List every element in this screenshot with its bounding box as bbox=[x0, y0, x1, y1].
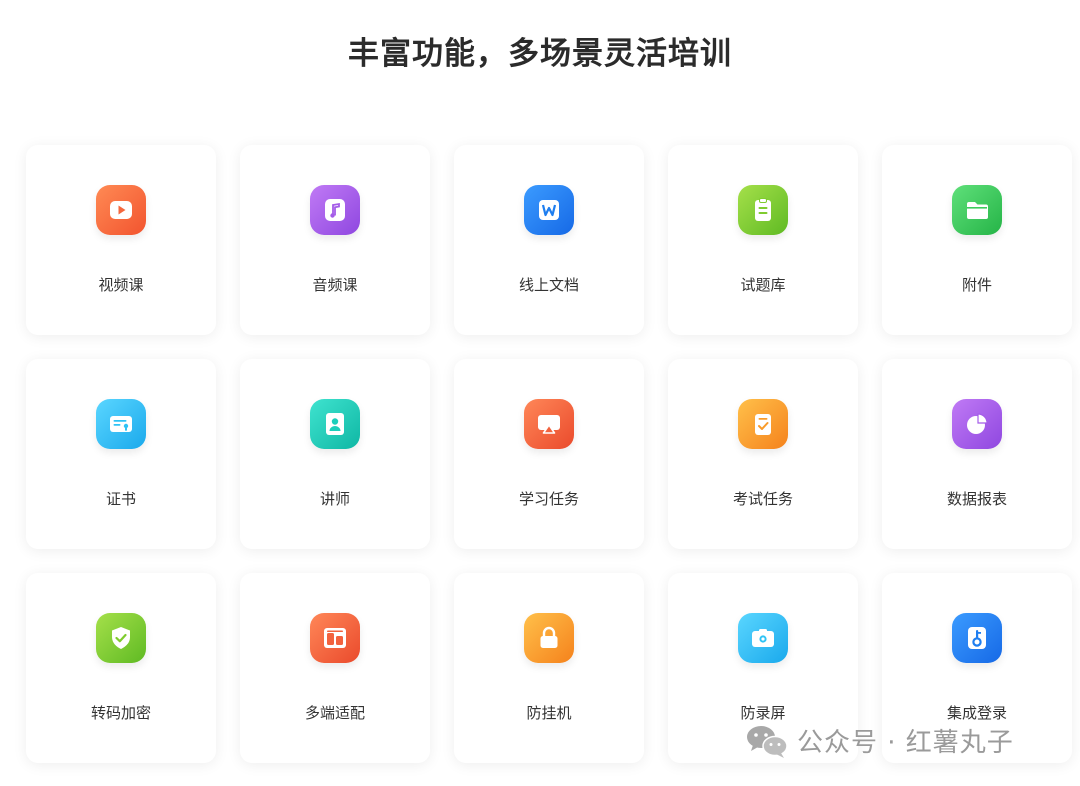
feature-card-data-report[interactable]: 数据报表 bbox=[882, 359, 1072, 549]
feature-card-document[interactable]: 线上文档 bbox=[454, 145, 644, 335]
feature-card-anti-idle[interactable]: 防挂机 bbox=[454, 573, 644, 763]
feature-label: 试题库 bbox=[740, 276, 786, 294]
feature-label: 防录屏 bbox=[740, 704, 786, 722]
watermark-text: 公众号 · 红薯丸子 bbox=[797, 728, 1014, 758]
feature-label: 集成登录 bbox=[946, 704, 1007, 722]
feature-label: 防挂机 bbox=[526, 704, 572, 722]
feature-label: 多端适配 bbox=[304, 704, 365, 722]
feature-label: 讲师 bbox=[319, 490, 350, 508]
feature-card-attachment[interactable]: 附件 bbox=[882, 145, 1072, 335]
feature-card-exam-task[interactable]: 考试任务 bbox=[668, 359, 858, 549]
camera-icon bbox=[738, 613, 788, 663]
music-note-icon bbox=[310, 185, 360, 235]
lock-icon bbox=[524, 613, 574, 663]
feature-label: 线上文档 bbox=[518, 276, 579, 294]
feature-label: 学习任务 bbox=[518, 490, 579, 508]
feature-label: 附件 bbox=[961, 276, 992, 294]
multi-device-icon bbox=[310, 613, 360, 663]
feature-label: 音频课 bbox=[312, 276, 358, 294]
clipboard-icon bbox=[738, 185, 788, 235]
feature-card-instructor[interactable]: 讲师 bbox=[240, 359, 430, 549]
folder-icon bbox=[952, 185, 1002, 235]
feature-label: 证书 bbox=[105, 490, 136, 508]
video-play-icon bbox=[96, 185, 146, 235]
instructor-badge-icon bbox=[310, 399, 360, 449]
feature-label: 数据报表 bbox=[946, 490, 1007, 508]
certificate-icon bbox=[96, 399, 146, 449]
feature-card-certificate[interactable]: 证书 bbox=[26, 359, 216, 549]
watermark: 公众号 · 红薯丸子 bbox=[745, 722, 1014, 759]
exam-check-icon bbox=[738, 399, 788, 449]
feature-label: 视频课 bbox=[98, 276, 144, 294]
shield-check-icon bbox=[96, 613, 146, 663]
pie-chart-icon bbox=[952, 399, 1002, 449]
feature-label: 考试任务 bbox=[732, 490, 793, 508]
feature-label: 转码加密 bbox=[90, 704, 151, 722]
feature-card-audio[interactable]: 音频课 bbox=[240, 145, 430, 335]
feature-grid: 视频课 音频课 线上文档 试题库 附件 证书 讲师 学习任务 考试任务 数据报表… bbox=[26, 145, 1072, 763]
screen-cast-icon bbox=[524, 399, 574, 449]
word-document-icon bbox=[524, 185, 574, 235]
feature-card-question-bank[interactable]: 试题库 bbox=[668, 145, 858, 335]
feature-card-video[interactable]: 视频课 bbox=[26, 145, 216, 335]
key-icon bbox=[952, 613, 1002, 663]
feature-card-multi-device[interactable]: 多端适配 bbox=[240, 573, 430, 763]
feature-card-transcode-encrypt[interactable]: 转码加密 bbox=[26, 573, 216, 763]
wechat-logo-icon bbox=[747, 725, 788, 758]
feature-card-learning-task[interactable]: 学习任务 bbox=[454, 359, 644, 549]
page-title: 丰富功能，多场景灵活培训 bbox=[348, 36, 732, 72]
